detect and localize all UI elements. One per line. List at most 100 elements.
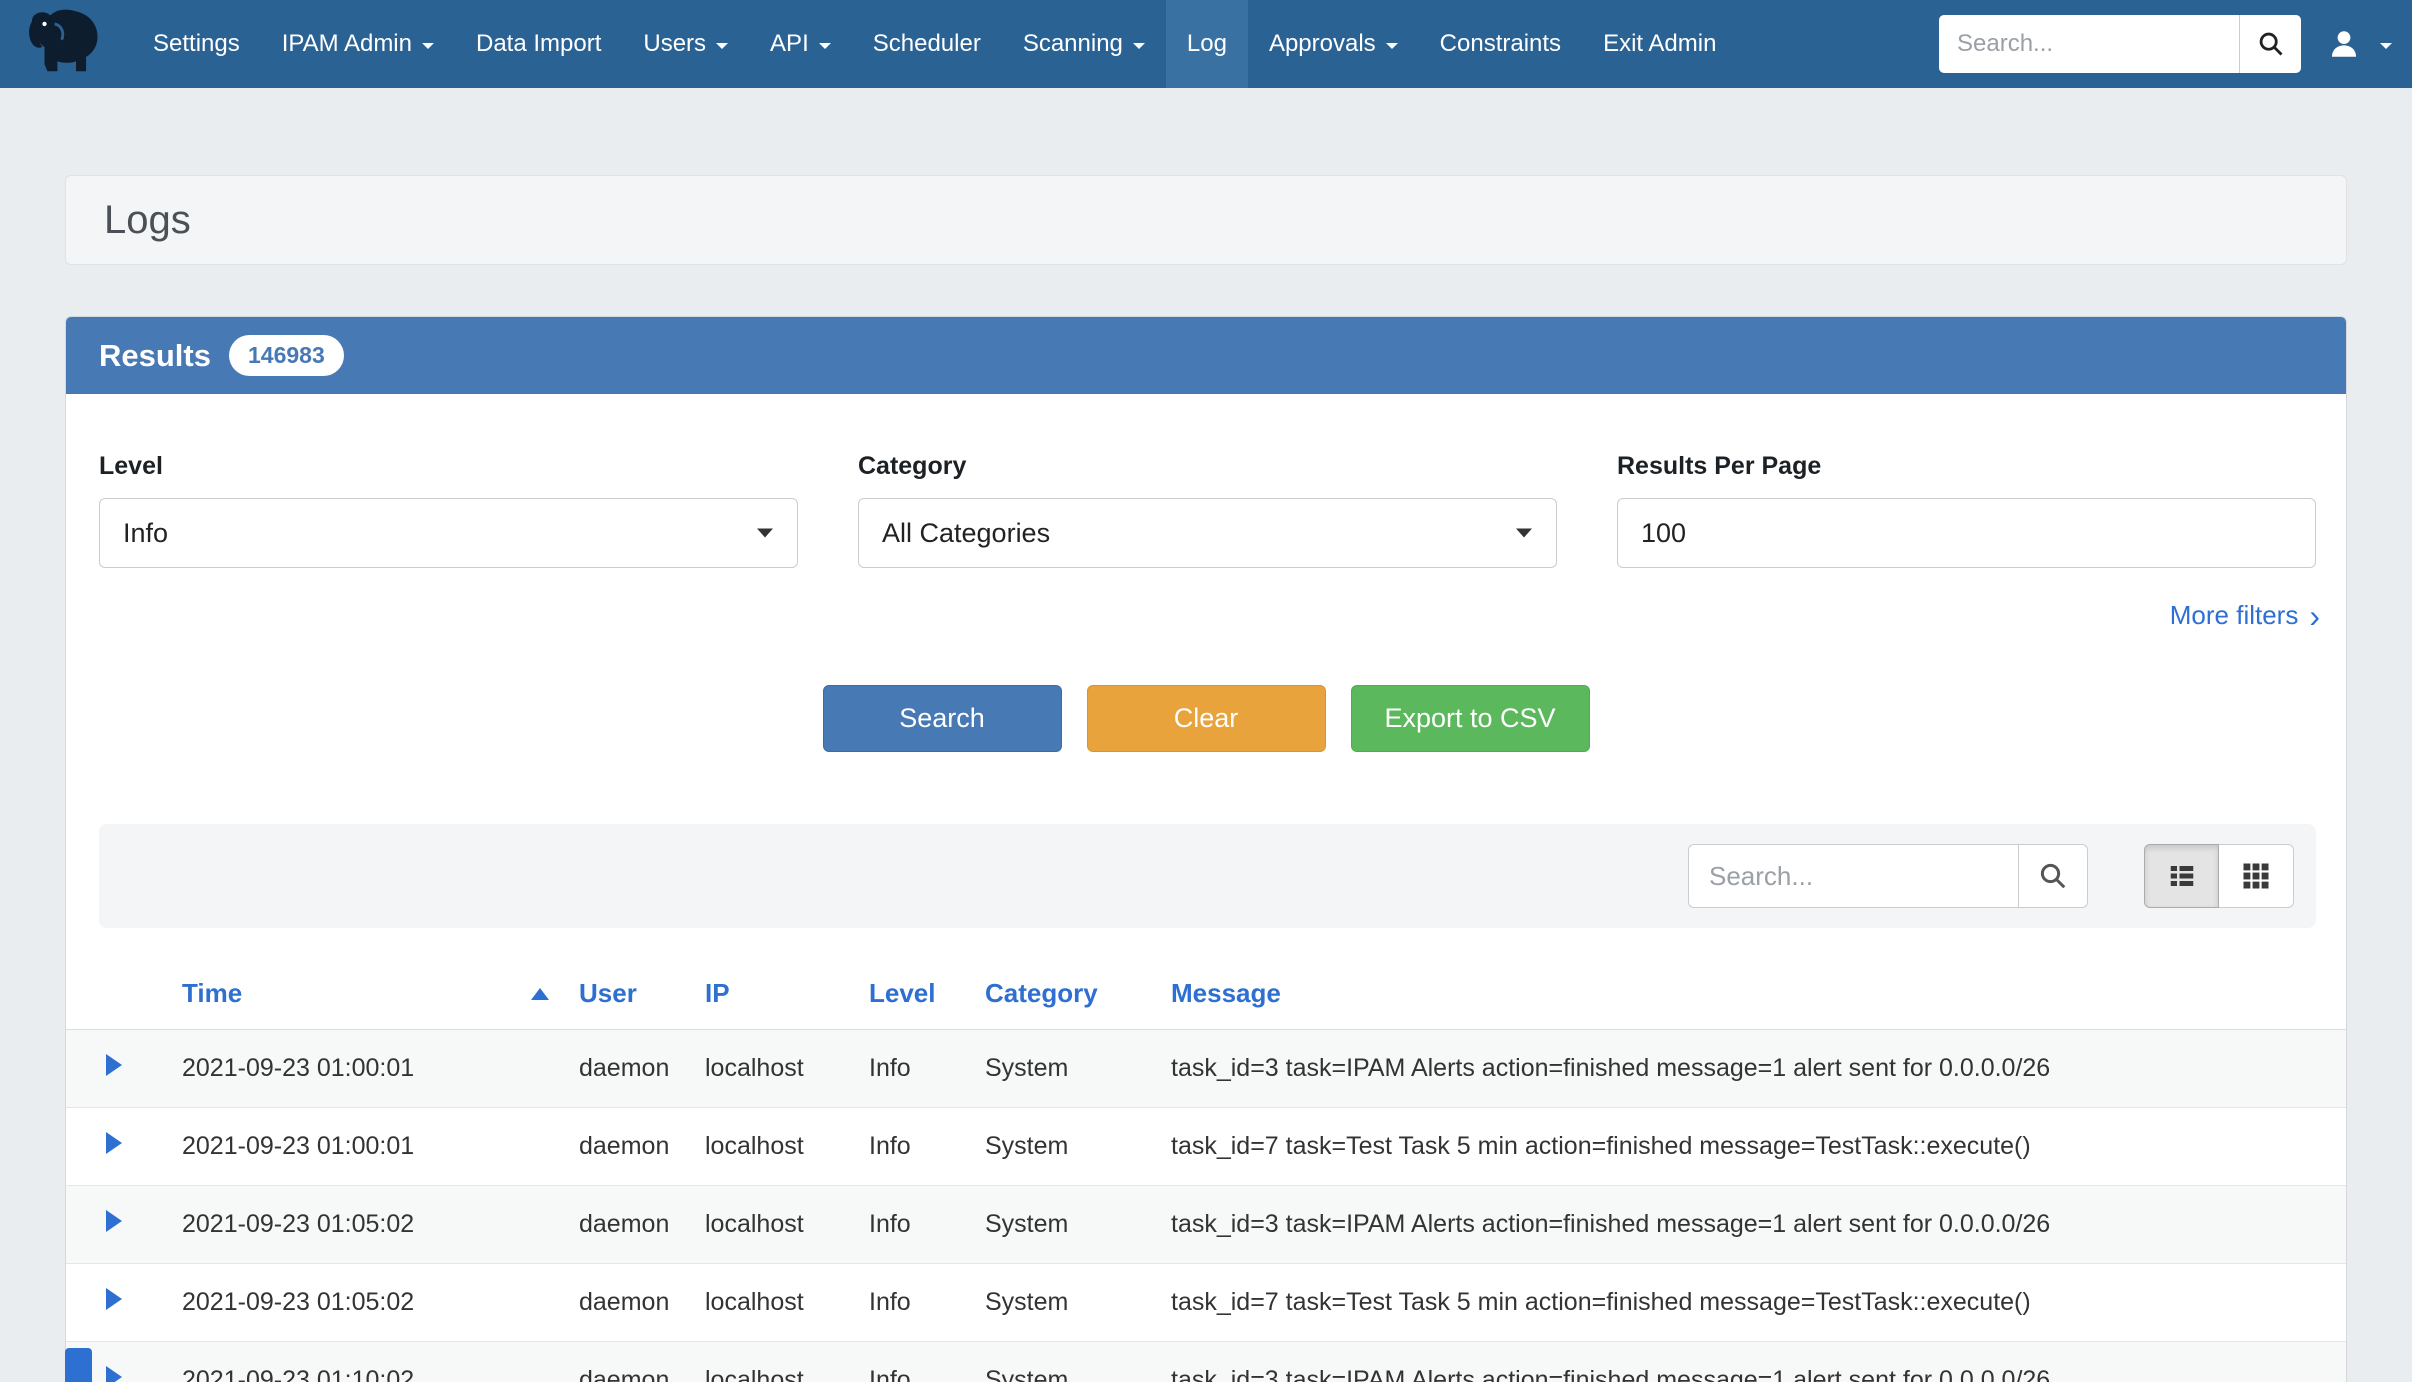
elephant-logo-icon — [23, 8, 109, 80]
column-header-time[interactable]: Time — [170, 959, 567, 1029]
search-icon — [2257, 30, 2285, 58]
cell-time: 2021-09-23 01:00:01 — [170, 1107, 567, 1185]
nav-item-api[interactable]: API — [749, 0, 852, 88]
column-header-ip[interactable]: IP — [693, 959, 857, 1029]
row-expand-cell[interactable] — [66, 1185, 170, 1263]
nav-item-scanning[interactable]: Scanning — [1002, 0, 1166, 88]
nav-item-constraints[interactable]: Constraints — [1419, 0, 1582, 88]
nav-item-label: Scheduler — [873, 30, 981, 58]
column-header-label: Message — [1171, 978, 1281, 1008]
export-csv-button[interactable]: Export to CSV — [1351, 685, 1590, 752]
row-expand-cell[interactable] — [66, 1107, 170, 1185]
nav-item-log[interactable]: Log — [1166, 0, 1248, 88]
filter-category: Category All Categories — [858, 452, 1557, 568]
cell-user: daemon — [567, 1341, 693, 1382]
nav-item-scheduler[interactable]: Scheduler — [852, 0, 1002, 88]
page-header: Logs — [65, 175, 2347, 265]
nav-item-settings[interactable]: Settings — [132, 0, 261, 88]
chevron-down-icon — [2380, 43, 2392, 49]
nav-item-label: Exit Admin — [1603, 30, 1716, 58]
nav-item-data-import[interactable]: Data Import — [455, 0, 622, 88]
navbar-search-button[interactable] — [2239, 15, 2301, 73]
search-button[interactable]: Search — [823, 685, 1062, 752]
column-header-message[interactable]: Message — [1159, 959, 2346, 1029]
per-page-label: Results Per Page — [1617, 452, 2316, 482]
list-view-icon — [2167, 861, 2197, 891]
cell-message: task_id=3 task=IPAM Alerts action=finish… — [1159, 1029, 2346, 1107]
expand-arrow-icon — [106, 1132, 122, 1154]
cell-user: daemon — [567, 1029, 693, 1107]
navbar-search-group — [1939, 15, 2301, 73]
level-select-value: Info — [123, 518, 168, 549]
cell-message: task_id=3 task=IPAM Alerts action=finish… — [1159, 1341, 2346, 1382]
nav-item-label: API — [770, 30, 809, 58]
cell-time: 2021-09-23 01:00:01 — [170, 1029, 567, 1107]
sort-ascending-icon — [531, 988, 549, 1000]
table-row: 2021-09-23 01:10:02 daemon localhost Inf… — [66, 1341, 2346, 1382]
nav-item-ipam-admin[interactable]: IPAM Admin — [261, 0, 455, 88]
row-expand-cell[interactable] — [66, 1263, 170, 1341]
cell-category: System — [973, 1029, 1159, 1107]
more-filters-link[interactable]: More filters › — [2170, 600, 2320, 631]
nav-item-label: Users — [643, 30, 706, 58]
cell-message: task_id=7 task=Test Task 5 min action=fi… — [1159, 1263, 2346, 1341]
expand-arrow-icon — [106, 1288, 122, 1310]
table-search-input[interactable] — [1688, 844, 2018, 908]
cell-ip: localhost — [693, 1107, 857, 1185]
nav-item-label: Data Import — [476, 30, 601, 58]
log-table: Time User IP Level Category Message 2021… — [66, 959, 2346, 1382]
nav-item-label: Log — [1187, 30, 1227, 58]
table-row: 2021-09-23 01:00:01 daemon localhost Inf… — [66, 1029, 2346, 1107]
table-row: 2021-09-23 01:05:02 daemon localhost Inf… — [66, 1263, 2346, 1341]
cell-level: Info — [857, 1185, 973, 1263]
cell-category: System — [973, 1185, 1159, 1263]
navbar-right — [1939, 0, 2412, 88]
nav-item-exit-admin[interactable]: Exit Admin — [1582, 0, 1737, 88]
chevron-right-icon: › — [2309, 603, 2320, 629]
table-row: 2021-09-23 01:05:02 daemon localhost Inf… — [66, 1185, 2346, 1263]
column-header-category[interactable]: Category — [973, 959, 1159, 1029]
top-navbar: Settings IPAM Admin Data Import Users AP… — [0, 0, 2412, 88]
user-menu[interactable] — [2327, 27, 2392, 61]
column-header-label: IP — [705, 978, 730, 1008]
nav-item-label: Constraints — [1440, 30, 1561, 58]
cell-level: Info — [857, 1029, 973, 1107]
grid-view-button[interactable] — [2219, 844, 2294, 908]
expand-arrow-icon — [106, 1366, 122, 1382]
nav-item-approvals[interactable]: Approvals — [1248, 0, 1419, 88]
app-logo[interactable] — [0, 0, 132, 88]
results-count-badge: 146983 — [229, 335, 344, 376]
row-expand-cell[interactable] — [66, 1029, 170, 1107]
level-select[interactable]: Info — [99, 498, 798, 568]
navbar-search-input[interactable] — [1939, 15, 2239, 73]
list-view-button[interactable] — [2144, 844, 2219, 908]
bottom-left-button[interactable] — [65, 1348, 92, 1382]
filter-per-page: Results Per Page — [1617, 452, 2316, 568]
cell-time: 2021-09-23 01:05:02 — [170, 1185, 567, 1263]
table-search-group — [1688, 844, 2088, 908]
cell-category: System — [973, 1263, 1159, 1341]
nav-item-label: Scanning — [1023, 30, 1123, 58]
nav-item-label: Settings — [153, 30, 240, 58]
category-label: Category — [858, 452, 1557, 482]
results-per-page-input[interactable] — [1617, 498, 2316, 568]
cell-ip: localhost — [693, 1263, 857, 1341]
cell-time: 2021-09-23 01:05:02 — [170, 1263, 567, 1341]
view-toggle-group — [2144, 844, 2294, 908]
actions-row: Search Clear Export to CSV — [66, 685, 2346, 752]
chevron-down-icon — [819, 43, 831, 49]
category-select[interactable]: All Categories — [858, 498, 1557, 568]
chevron-down-icon — [1516, 529, 1532, 538]
clear-button[interactable]: Clear — [1087, 685, 1326, 752]
column-header-level[interactable]: Level — [857, 959, 973, 1029]
cell-time: 2021-09-23 01:10:02 — [170, 1341, 567, 1382]
nav-menu: Settings IPAM Admin Data Import Users AP… — [132, 0, 1737, 88]
column-header-label: Category — [985, 978, 1098, 1008]
table-search-button[interactable] — [2018, 844, 2088, 908]
column-header-user[interactable]: User — [567, 959, 693, 1029]
column-header-label: User — [579, 978, 637, 1008]
nav-item-users[interactable]: Users — [622, 0, 749, 88]
search-icon — [2038, 861, 2068, 891]
cell-ip: localhost — [693, 1185, 857, 1263]
cell-message: task_id=7 task=Test Task 5 min action=fi… — [1159, 1107, 2346, 1185]
